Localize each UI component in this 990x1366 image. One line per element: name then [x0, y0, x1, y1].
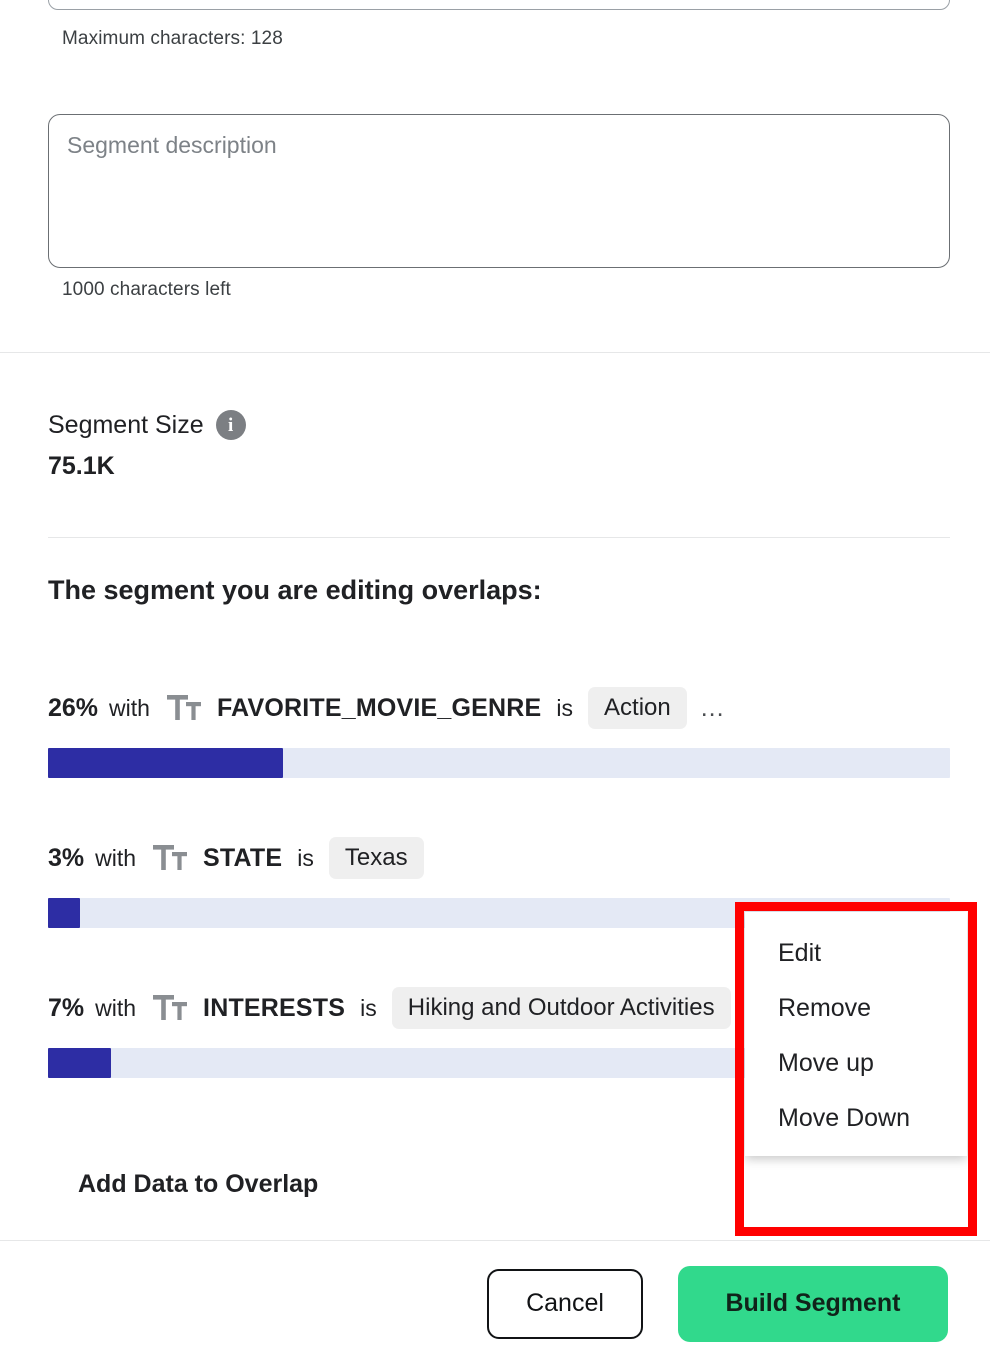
overlap-bar-fill [48, 1048, 112, 1078]
segment-description-helper-text: 1000 characters left [62, 279, 231, 300]
overlap-with-label: with [95, 994, 137, 1021]
context-menu-item-remove[interactable]: Remove [745, 981, 967, 1036]
overlap-value-chip[interactable]: Action [588, 687, 687, 729]
overlap-field-name: INTERESTS [203, 993, 346, 1022]
text-type-icon [153, 995, 188, 1021]
context-menu-item-move-up[interactable]: Move up [745, 1036, 967, 1091]
segment-size-row: Segment Size i [48, 410, 246, 440]
footer-actions: Cancel Build Segment [0, 1241, 990, 1366]
overlap-operator: is [360, 994, 377, 1021]
cancel-button[interactable]: Cancel [487, 1268, 643, 1339]
overlap-with-label: with [95, 844, 137, 871]
info-icon[interactable]: i [215, 410, 246, 440]
overlap-percent: 26% [48, 693, 99, 722]
overlap-with-label: with [109, 694, 150, 721]
add-data-to-overlap-button[interactable]: Add Data to Overlap [78, 1170, 318, 1199]
overlap-field-name: STATE [203, 843, 283, 872]
segment-builder-panel: Maximum characters: 128 1000 characters … [0, 0, 990, 1366]
segment-size-value: 75.1K [48, 452, 115, 480]
overlap-percent: 3% [48, 843, 85, 872]
segment-name-helper-text: Maximum characters: 128 [62, 28, 283, 49]
overlap-row: 26% with FAVORITE_MOVIE_GENRE is Action … [0, 687, 990, 778]
section-divider-middle [48, 537, 950, 538]
overlap-percent: 7% [48, 993, 85, 1022]
context-menu-item-edit[interactable]: Edit [745, 926, 967, 981]
overlap-row-summary: 3% with STATE is Texas [0, 837, 990, 879]
text-type-icon [153, 845, 188, 871]
segment-name-input[interactable] [48, 0, 950, 10]
segment-description-textarea[interactable] [48, 114, 950, 268]
overlap-heading: The segment you are editing overlaps: [48, 575, 542, 605]
overlap-operator: is [297, 844, 314, 871]
segment-name-field-wrapper [48, 0, 950, 10]
overlap-more-ellipsis[interactable]: ... [701, 694, 725, 723]
row-context-menu: Edit Remove Move up Move Down [745, 912, 967, 1156]
overlap-bar-track [48, 748, 950, 778]
overlap-value-chip[interactable]: Texas [328, 837, 424, 879]
overlap-bar-fill [48, 898, 81, 928]
segment-size-label: Segment Size [48, 410, 204, 439]
text-type-icon [166, 695, 201, 721]
context-menu-item-move-down[interactable]: Move Down [745, 1091, 967, 1146]
segment-description-field-wrapper [48, 114, 950, 268]
overlap-value-chip[interactable]: Hiking and Outdoor Activities [391, 987, 731, 1029]
overlap-bar-fill [48, 748, 283, 778]
section-divider-top [0, 352, 990, 353]
overlap-operator: is [556, 694, 574, 721]
overlap-field-name: FAVORITE_MOVIE_GENRE [216, 693, 542, 722]
overlap-row-summary: 26% with FAVORITE_MOVIE_GENRE is Action … [0, 687, 990, 729]
build-segment-button[interactable]: Build Segment [678, 1265, 948, 1342]
